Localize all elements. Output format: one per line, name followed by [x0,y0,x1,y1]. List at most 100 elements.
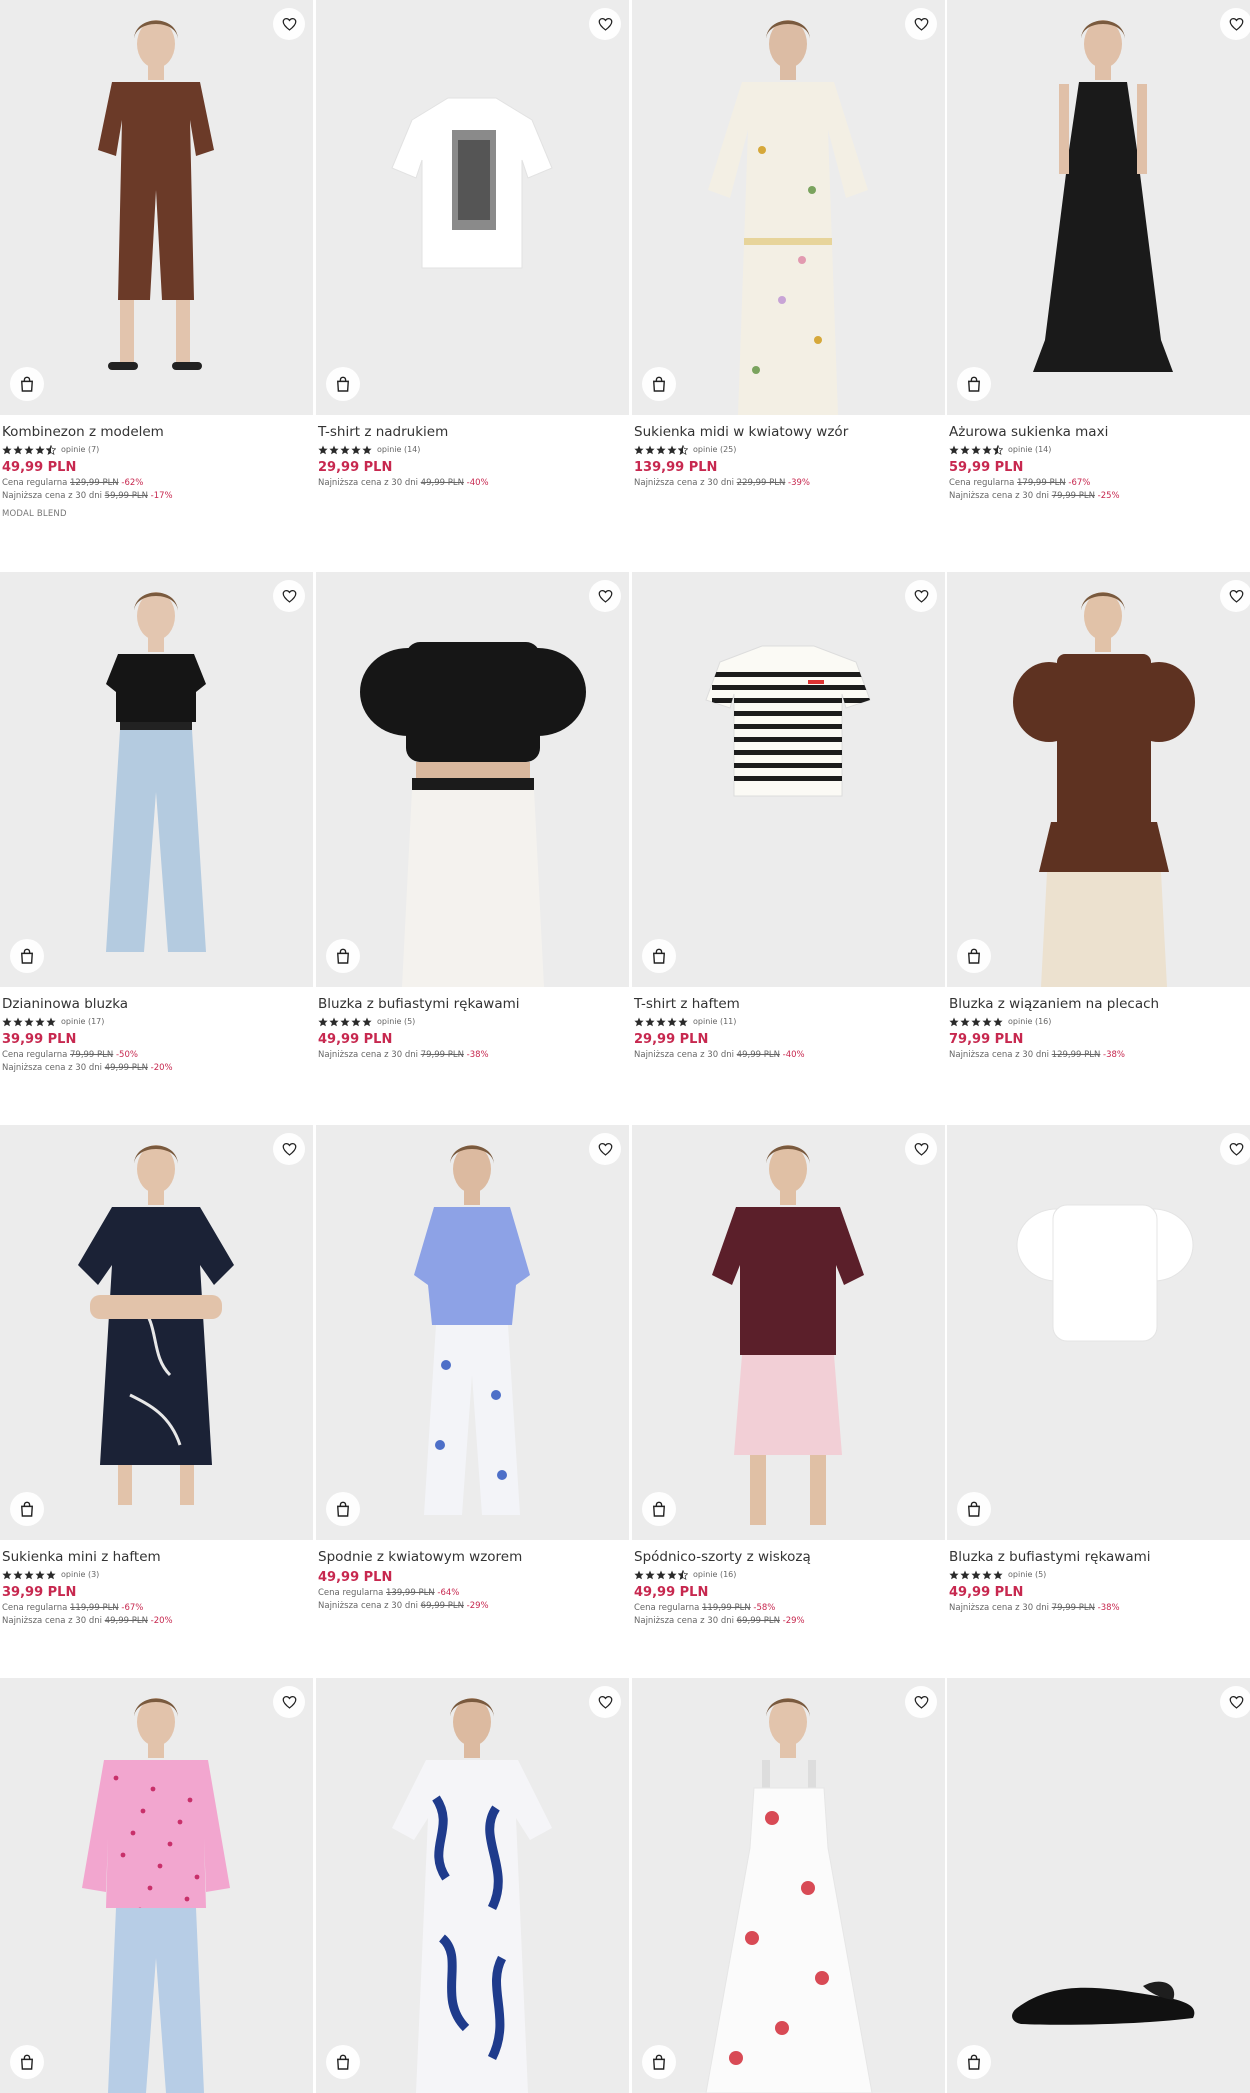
product-name[interactable]: Sukienka mini z haftem [2,1548,310,1566]
add-to-cart-button[interactable] [10,2045,44,2079]
wishlist-button[interactable] [589,8,621,40]
wishlist-button[interactable] [273,1133,305,1165]
add-to-cart-button[interactable] [326,939,360,973]
add-to-cart-button[interactable] [10,367,44,401]
heart-icon [598,17,613,31]
star-icon [35,1012,45,1031]
product-name[interactable]: T-shirt z haftem [634,995,942,1013]
product-image[interactable] [947,572,1250,987]
product-name[interactable]: T-shirt z nadrukiem [318,423,626,441]
review-count[interactable]: opinie (25) [693,445,736,454]
product-photo [0,0,313,415]
material-tag: MODAL BLEND [2,509,67,519]
add-to-cart-button[interactable] [957,939,991,973]
wishlist-button[interactable] [905,580,937,612]
wishlist-button[interactable] [1220,1686,1250,1718]
regular-price: Cena regularna 179,99 PLN -67% [949,477,1250,490]
lowest-price-30-days: Najniższa cena z 30 dni 59,99 PLN -17% [2,490,310,503]
price-label: Najniższa cena z 30 dni [2,1063,102,1073]
product-image[interactable] [632,1125,945,1540]
add-to-cart-button[interactable] [957,367,991,401]
product-image[interactable] [632,0,945,415]
wishlist-button[interactable] [1220,8,1250,40]
add-to-cart-button[interactable] [326,2045,360,2079]
star-rating [2,440,57,459]
review-count[interactable]: opinie (3) [61,1570,99,1579]
product-image[interactable] [316,0,629,415]
shopping-bag-icon [652,2054,666,2070]
product-image[interactable] [316,572,629,987]
star-icon [667,1565,677,1584]
product-image[interactable] [632,1678,945,2093]
add-to-cart-button[interactable] [957,1492,991,1526]
product-image[interactable] [947,1125,1250,1540]
review-count[interactable]: opinie (14) [1008,445,1051,454]
star-icon [656,1012,666,1031]
add-to-cart-button[interactable] [642,367,676,401]
product-name[interactable]: Spódnico-szorty z wiskozą [634,1548,942,1566]
discount: -20% [150,1616,173,1626]
add-to-cart-button[interactable] [642,1492,676,1526]
product-image[interactable] [0,572,313,987]
product-image[interactable] [632,572,945,987]
product-name[interactable]: Bluzka z bufiastymi rękawami [949,1548,1250,1566]
wishlist-button[interactable] [589,580,621,612]
shopping-bag-icon [336,2054,350,2070]
shopping-bag-icon [967,2054,981,2070]
review-count[interactable]: opinie (7) [61,445,99,454]
product-name[interactable]: Sukienka midi w kwiatowy wzór [634,423,942,441]
product-image[interactable] [0,1125,313,1540]
product-name[interactable]: Ażurowa sukienka maxi [949,423,1250,441]
add-to-cart-button[interactable] [642,939,676,973]
review-count[interactable]: opinie (11) [693,1017,736,1026]
regular-price: Cena regularna 119,99 PLN -58% [634,1602,942,1615]
product-image[interactable] [0,0,313,415]
shopping-bag-icon [652,1501,666,1517]
wishlist-button[interactable] [905,1686,937,1718]
add-to-cart-button[interactable] [10,939,44,973]
product-price: 29,99 PLN [318,460,393,475]
product-name[interactable]: Dzianinowa bluzka [2,995,310,1013]
add-to-cart-button[interactable] [642,2045,676,2079]
star-icon [949,1012,959,1031]
add-to-cart-button[interactable] [326,1492,360,1526]
wishlist-button[interactable] [273,580,305,612]
star-icon [678,1012,688,1031]
review-count[interactable]: opinie (14) [377,445,420,454]
product-photo [316,572,629,987]
lowest-price-30-days: Najniższa cena z 30 dni 49,99 PLN -40% [634,1049,942,1062]
wishlist-button[interactable] [589,1686,621,1718]
product-image[interactable] [947,1678,1250,2093]
wishlist-button[interactable] [273,1686,305,1718]
add-to-cart-button[interactable] [10,1492,44,1526]
product-image[interactable] [316,1125,629,1540]
product-photo [316,1678,629,2093]
add-to-cart-button[interactable] [957,2045,991,2079]
wishlist-button[interactable] [905,1133,937,1165]
star-icon [24,1012,34,1031]
review-count[interactable]: opinie (16) [693,1570,736,1579]
wishlist-button[interactable] [273,8,305,40]
product-name[interactable]: Kombinezon z modelem [2,423,310,441]
wishlist-button[interactable] [589,1133,621,1165]
review-count[interactable]: opinie (17) [61,1017,104,1026]
discount: -25% [1097,491,1120,501]
review-count[interactable]: opinie (5) [1008,1570,1046,1579]
review-count[interactable]: opinie (5) [377,1017,415,1026]
wishlist-button[interactable] [1220,580,1250,612]
star-icon [993,1012,1003,1031]
wishlist-button[interactable] [905,8,937,40]
product-image[interactable] [316,1678,629,2093]
product-image[interactable] [947,0,1250,415]
product-image[interactable] [0,1678,313,2093]
star-icon [340,440,350,459]
product-name[interactable]: Spodnie z kwiatowym wzorem [318,1548,626,1566]
heart-icon [282,1142,297,1156]
product-price: 79,99 PLN [949,1032,1024,1047]
add-to-cart-button[interactable] [326,367,360,401]
product-name[interactable]: Bluzka z wiązaniem na plecach [949,995,1250,1013]
star-icon [2,1565,12,1584]
wishlist-button[interactable] [1220,1133,1250,1165]
review-count[interactable]: opinie (16) [1008,1017,1051,1026]
product-name[interactable]: Bluzka z bufiastymi rękawami [318,995,626,1013]
